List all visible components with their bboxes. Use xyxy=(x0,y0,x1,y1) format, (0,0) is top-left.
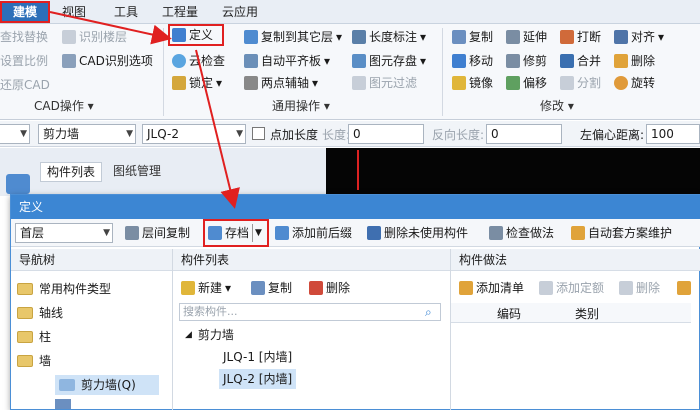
arrow-to-define xyxy=(49,11,172,45)
arrow-to-save xyxy=(195,49,240,209)
annotation-arrows xyxy=(49,11,240,209)
